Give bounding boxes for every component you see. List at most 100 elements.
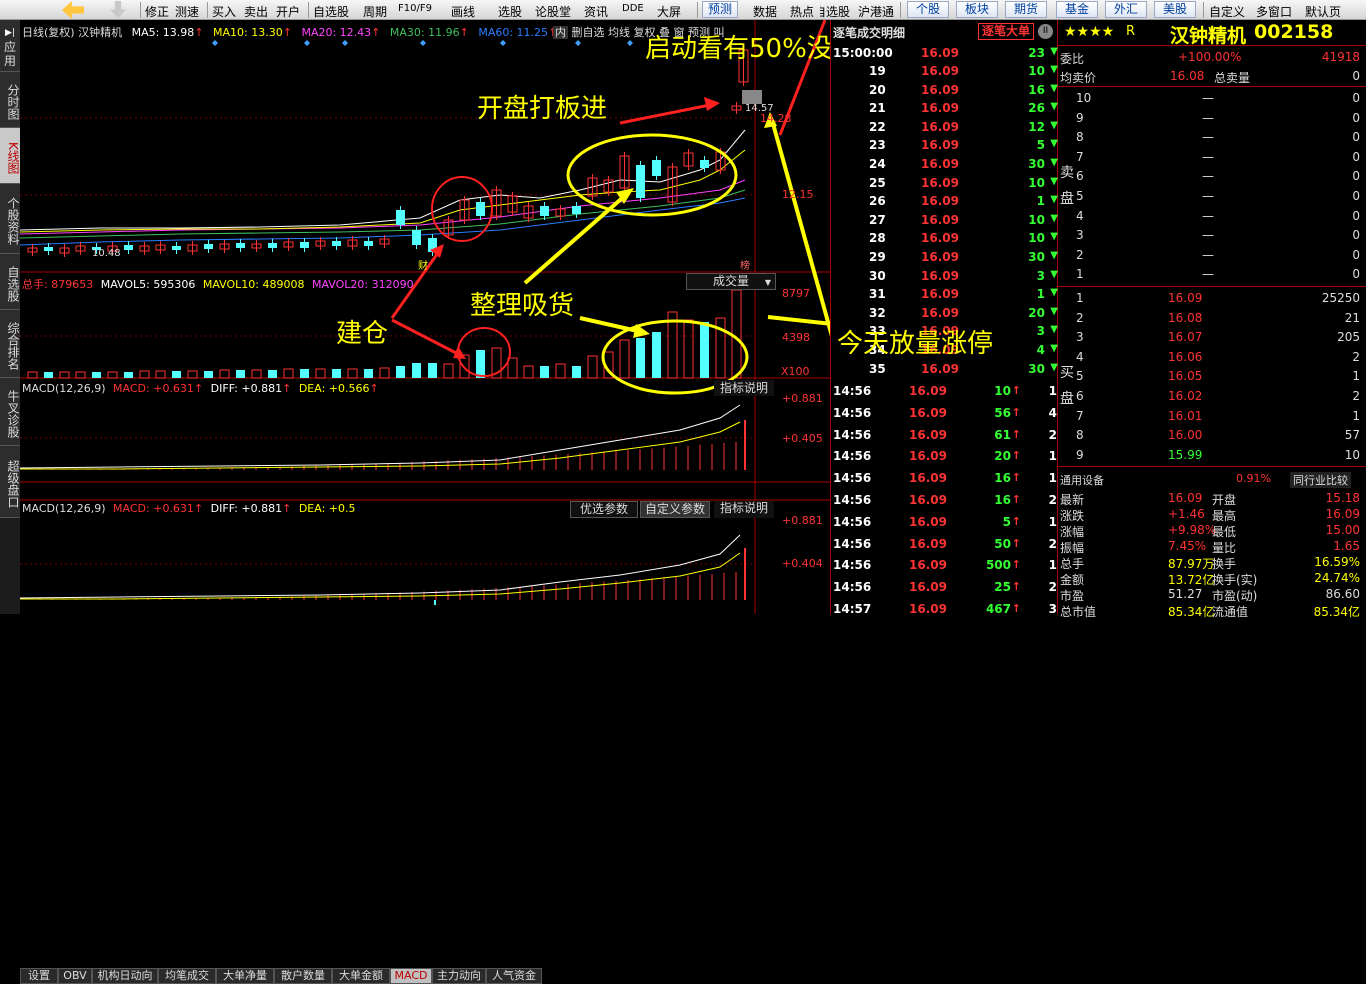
volume-bar — [219, 369, 230, 379]
toolbar-futures[interactable]: 期货 — [1005, 1, 1047, 18]
quote-panel: 逐笔大单 II ★★★★ R 汉钟精机 002158 委比 +100.00% 4… — [978, 20, 1366, 619]
indicator-tab[interactable]: 人气资金 — [486, 968, 542, 984]
sell-level-row[interactable]: 4—0 — [1058, 208, 1366, 224]
down-arrow-icon[interactable] — [110, 1, 126, 18]
vol-axis-unit: X100 — [781, 365, 810, 378]
sidetab-apps[interactable]: ▶| 应用 — [0, 20, 20, 72]
buy-level-row[interactable]: 6 16.02 2 — [1058, 388, 1366, 404]
toolbar-hk[interactable]: 沪港通 — [858, 3, 894, 20]
toolbar-custom[interactable]: 自定义 — [1209, 3, 1245, 20]
toolbar-watch2[interactable]: 自选股 — [820, 3, 850, 20]
toolbar-watchlist[interactable]: 自选股 — [313, 3, 349, 20]
volume-bar — [75, 371, 86, 379]
macd2-header: MACD(12,26,9) MACD: +0.631↑ DIFF: +0.881… — [22, 502, 356, 515]
indicator-tab[interactable]: 大单净量 — [216, 968, 274, 984]
tick-row: 22 16.09 12 ▼ — [869, 119, 1058, 134]
vol-select-label: 成交量 — [713, 274, 750, 288]
toolbar-multiwin[interactable]: 多窗口 — [1256, 3, 1292, 20]
pause-icon[interactable]: II — [1038, 24, 1053, 39]
sell-level-row[interactable]: 2—0 — [1058, 247, 1366, 263]
sidetab-superdepth[interactable]: 超级盘口 — [0, 446, 20, 518]
buy-level-row[interactable]: 1 16.09 25250 — [1058, 290, 1366, 306]
sell-level-row[interactable]: 3—0 — [1058, 227, 1366, 243]
quote-row: 振幅 7.45% 量比 1.65 — [1060, 539, 1360, 555]
tick-row: 28 16.09 10 ▼ — [869, 231, 1058, 246]
sidetab-watchlist[interactable]: 自选股 — [0, 254, 20, 310]
toolbar-bigscreen[interactable]: 大屏 — [657, 3, 681, 20]
toolbar-forum[interactable]: 论股堂 — [535, 3, 571, 20]
indicator-tab[interactable]: 均笔成交 — [158, 968, 216, 984]
toolbar-data[interactable]: 数据 — [753, 3, 777, 20]
toolbar-news[interactable]: 资讯 — [584, 3, 608, 20]
toolbar-hot[interactable]: 热点 — [790, 3, 814, 20]
tick-row: 19 16.09 10 ▼ — [869, 64, 1058, 78]
toolbar-usstock[interactable]: 美股 — [1154, 1, 1196, 18]
sidetab-diagnosis[interactable]: 牛叉诊股 — [0, 378, 20, 446]
toolbar-buy[interactable]: 买入 — [212, 3, 236, 20]
back-arrow-icon[interactable] — [62, 1, 84, 19]
macd1-explain-button[interactable]: 指标说明 — [714, 380, 774, 396]
buy-level-row[interactable]: 8 16.00 57 — [1058, 427, 1366, 443]
sell-level-row[interactable]: 9—0 — [1058, 110, 1366, 126]
tick-row: 14:56 16.09 20 ↑ 1 — [833, 449, 1057, 464]
sell-level-row[interactable]: 7—0 — [1058, 149, 1366, 165]
kline-chart-area[interactable] — [20, 20, 830, 614]
weibi-row: 委比 +100.00% 41918 — [1058, 47, 1366, 67]
sidetab-kline[interactable]: K线图 — [0, 128, 20, 184]
kline-btn-inner[interactable]: 内 — [553, 26, 568, 39]
macd2-explain-button[interactable]: 指标说明 — [714, 501, 774, 518]
tick-row: 14:56 16.09 5 ↑ 1 — [833, 514, 1057, 529]
industry-label[interactable]: 通用设备 — [1060, 472, 1104, 488]
toolbar-forex[interactable]: 外汇 — [1105, 1, 1147, 18]
toolbar-dde[interactable]: DDE — [622, 3, 644, 14]
buy-level-row[interactable]: 4 16.06 2 — [1058, 349, 1366, 365]
toolbar-speed[interactable]: 测速 — [175, 3, 199, 20]
toolbar-select[interactable]: 选股 — [498, 3, 522, 20]
indicator-tab[interactable]: 机构日动向 — [92, 968, 158, 984]
sell-level-row[interactable]: 1—0 — [1058, 266, 1366, 282]
toolbar-draw[interactable]: 画线 — [451, 3, 475, 20]
toolbar-fix[interactable]: 修正 — [145, 3, 169, 20]
toolbar-sell[interactable]: 卖出 — [244, 3, 268, 20]
buy-level-row[interactable]: 2 16.08 21 — [1058, 310, 1366, 326]
quote-row: 金额 13.72亿 换手(实) 24.74% — [1060, 571, 1360, 587]
toolbar-sector[interactable]: 板块 — [956, 1, 998, 18]
toolbar-funds[interactable]: 基金 — [1056, 1, 1098, 18]
toolbar-open[interactable]: 开户 — [276, 3, 300, 20]
volume-bar — [347, 368, 358, 379]
buy-level-row[interactable]: 5 16.05 1 — [1058, 368, 1366, 384]
indicator-tab[interactable]: 主力动向 — [432, 968, 486, 984]
bigorder-badge[interactable]: 逐笔大单 — [978, 23, 1034, 40]
volume-bar — [124, 372, 133, 378]
toolbar-f10[interactable]: F10/F9 — [398, 3, 432, 14]
annotation-open-board: 开盘打板进 — [477, 94, 608, 124]
indicator-tab[interactable]: MACD — [390, 968, 432, 984]
sidetab-ranking[interactable]: 综合排名 — [0, 310, 20, 378]
sell-level-row[interactable]: 5—0 — [1058, 188, 1366, 204]
macd2-opt-preferred[interactable]: 优选参数 — [570, 501, 638, 518]
sidetab-timeshare[interactable]: 分时图 — [0, 72, 20, 128]
vol-select[interactable]: 成交量 ▼ — [686, 273, 776, 290]
sell-level-row[interactable]: 8—0 — [1058, 129, 1366, 145]
sell-level-row[interactable]: 10—0 — [1058, 90, 1366, 106]
sell-level-row[interactable]: 6—0 — [1058, 168, 1366, 184]
toolbar-default[interactable]: 默认页 — [1305, 3, 1341, 20]
buy-level-row[interactable]: 9 15.99 10 — [1058, 447, 1366, 463]
sidetab-profile[interactable]: 个股资料 — [0, 184, 20, 254]
indicator-tab[interactable]: 设置 — [20, 968, 58, 984]
buy-level-row[interactable]: 7 16.01 1 — [1058, 408, 1366, 424]
indicator-tab[interactable]: 散户数量 — [274, 968, 332, 984]
chevron-down-icon: ▼ — [764, 278, 771, 287]
toolbar-period[interactable]: 周期 — [363, 3, 387, 20]
peer-compare-button[interactable]: 同行业比较 — [1290, 472, 1351, 488]
ma10-label: MA10: 13.30 — [213, 26, 283, 39]
buy-level-row[interactable]: 3 16.07 205 — [1058, 329, 1366, 345]
indicator-tab[interactable]: OBV — [58, 968, 92, 984]
toolbar-stock[interactable]: 个股 — [907, 1, 949, 18]
kline-btn-ma[interactable]: 均线 — [608, 26, 630, 39]
toolbar-forecast[interactable]: 预测 — [702, 1, 738, 18]
indicator-tab[interactable]: 大单金额 — [332, 968, 390, 984]
kline-btn-remove-watch[interactable]: 删自选 — [572, 26, 605, 39]
volume-bar — [428, 363, 437, 378]
macd2-opt-custom[interactable]: 自定义参数 — [640, 501, 710, 518]
